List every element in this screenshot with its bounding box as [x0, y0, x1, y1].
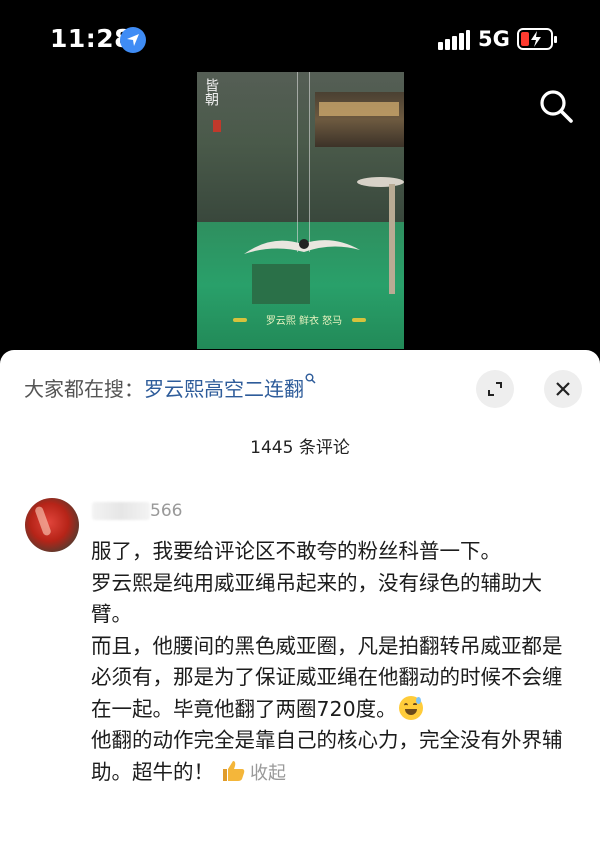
video-logo-text: 皆朝 — [203, 78, 219, 106]
trending-search-prompt: 大家都在搜： — [24, 377, 144, 401]
comment-paragraph: 他翻的动作完全是靠自己的核心力，完全没有外界辅助。超牛的！ 收起 — [91, 725, 581, 789]
comment-paragraph: 服了，我要给评论区不敢夸的粉丝科普一下。 — [91, 539, 501, 563]
thumbs-up-icon — [223, 760, 245, 781]
close-button[interactable] — [544, 370, 582, 408]
location-arrow-icon — [120, 27, 146, 53]
video-scenery-light — [319, 102, 399, 116]
video-wire — [297, 72, 298, 252]
trending-search-term[interactable]: 罗云熙高空二连翻 — [144, 377, 304, 401]
grinning-sweat-emoji — [398, 695, 423, 720]
network-label: 5G — [478, 27, 510, 51]
comments-sheet: 大家都在搜：罗云熙高空二连翻 1445 条评论 566 服了，我要给评论区不敢夸… — [0, 350, 600, 867]
video-prop-table — [357, 177, 404, 187]
comment-paragraph-text: 而且，他腰间的黑色威亚圈，凡是拍翻转吊威亚都是必须有，那是为了保证威亚绳在他翻动… — [91, 633, 563, 721]
status-bar: 11:28 5G — [0, 0, 600, 80]
video-caption: 罗云熙 鲜衣 怒马 — [265, 316, 343, 327]
comment-username[interactable]: 566 — [150, 501, 182, 521]
video-player[interactable] — [197, 72, 404, 349]
collapse-link[interactable]: 收起 — [250, 763, 286, 784]
comment-paragraph-text: 他翻的动作完全是靠自己的核心力，完全没有外界辅助。超牛的！ — [91, 728, 563, 784]
search-icon[interactable] — [538, 88, 574, 124]
comment-count: 1445 条评论 — [250, 438, 350, 458]
search-small-icon — [305, 373, 316, 384]
trending-search[interactable]: 大家都在搜：罗云熙高空二连翻 — [24, 373, 316, 402]
video-platform — [252, 264, 310, 304]
battery-charging-icon — [517, 28, 557, 50]
video-performer — [244, 239, 360, 254]
close-icon — [556, 382, 570, 396]
video-logo: 皆朝 — [203, 78, 227, 136]
comment-paragraph: 而且，他腰间的黑色威亚圈，凡是拍翻转吊威亚都是必须有，那是为了保证威亚绳在他翻动… — [91, 631, 581, 726]
caption-deco — [352, 318, 366, 322]
comment-paragraph: 罗云熙是纯用威亚绳吊起来的，没有绿色的辅助大臂。 — [91, 570, 542, 627]
expand-button[interactable] — [476, 370, 514, 408]
avatar[interactable] — [25, 498, 79, 552]
username-redacted — [92, 502, 150, 520]
video-wire — [309, 72, 310, 252]
expand-icon — [488, 382, 502, 396]
video-logo-seal — [213, 120, 221, 132]
comment-text: 服了，我要给评论区不敢夸的粉丝科普一下。 罗云熙是纯用威亚绳吊起来的，没有绿色的… — [91, 536, 581, 789]
video-prop-table-leg — [389, 184, 395, 294]
video-scenery — [315, 92, 404, 147]
signal-icon — [438, 30, 470, 50]
